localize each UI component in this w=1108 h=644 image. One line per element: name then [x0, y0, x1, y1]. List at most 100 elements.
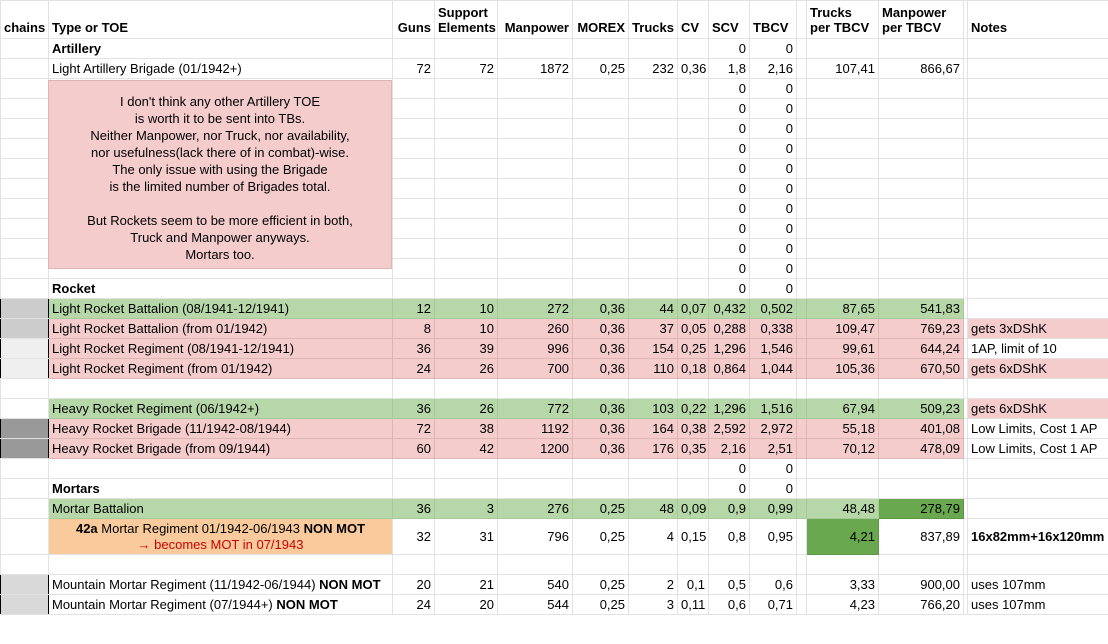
- cv-cell[interactable]: 0,38: [677, 418, 709, 439]
- scv-cell[interactable]: 0,288: [708, 318, 750, 339]
- manpower-per-tbcv-cell[interactable]: 478,09: [878, 438, 964, 459]
- header-manpower-per-tbcv[interactable]: Manpower per TBCV: [878, 0, 964, 39]
- morex-cell[interactable]: 0,36: [572, 358, 629, 379]
- chain-cell[interactable]: [0, 358, 49, 379]
- spacer-cell[interactable]: [796, 458, 807, 479]
- support-elements-cell[interactable]: 21: [434, 574, 498, 595]
- support-elements-cell[interactable]: [434, 158, 498, 179]
- trucks-cell[interactable]: [628, 38, 678, 59]
- notes-cell[interactable]: uses 107mm: [967, 594, 1108, 615]
- spacer-cell[interactable]: [796, 98, 807, 119]
- manpower-cell[interactable]: 700: [497, 358, 573, 379]
- scv-cell[interactable]: 0,8: [708, 518, 750, 555]
- manpower-per-tbcv-cell[interactable]: 769,23: [878, 318, 964, 339]
- header-manpower[interactable]: Manpower: [497, 0, 573, 39]
- manpower-cell[interactable]: 1200: [497, 438, 573, 459]
- guns-cell[interactable]: 72: [392, 418, 435, 439]
- support-elements-cell[interactable]: [434, 38, 498, 59]
- type-cell[interactable]: Light Rocket Regiment (from 01/1942): [48, 358, 393, 379]
- cv-cell[interactable]: [677, 118, 709, 139]
- chain-cell[interactable]: [0, 438, 49, 459]
- guns-cell[interactable]: [392, 158, 435, 179]
- tbcv-cell[interactable]: 0,6: [749, 574, 797, 595]
- guns-cell[interactable]: [392, 554, 435, 575]
- type-cell[interactable]: 42a Mortar Regiment 01/1942-06/1943 NON …: [48, 518, 393, 555]
- chain-cell[interactable]: [0, 158, 49, 179]
- manpower-cell[interactable]: 272: [497, 298, 573, 319]
- tbcv-cell[interactable]: [749, 378, 797, 399]
- guns-cell[interactable]: 20: [392, 574, 435, 595]
- trucks-per-tbcv-cell[interactable]: 4,23: [806, 594, 879, 615]
- notes-cell[interactable]: [967, 38, 1108, 59]
- morex-cell[interactable]: 0,36: [572, 318, 629, 339]
- chain-cell[interactable]: [0, 298, 49, 319]
- notes-cell[interactable]: [967, 298, 1108, 319]
- morex-cell[interactable]: [572, 378, 629, 399]
- support-elements-cell[interactable]: [434, 378, 498, 399]
- scv-cell[interactable]: 0: [708, 218, 750, 239]
- type-cell[interactable]: Heavy Rocket Regiment (06/1942+): [48, 398, 393, 419]
- trucks-cell[interactable]: [628, 138, 678, 159]
- morex-cell[interactable]: [572, 458, 629, 479]
- scv-cell[interactable]: 0: [708, 158, 750, 179]
- trucks-per-tbcv-cell[interactable]: 87,65: [806, 298, 879, 319]
- manpower-cell[interactable]: 772: [497, 398, 573, 419]
- support-elements-cell[interactable]: 3: [434, 498, 498, 519]
- guns-cell[interactable]: [392, 478, 435, 499]
- trucks-per-tbcv-cell[interactable]: [806, 158, 879, 179]
- morex-cell[interactable]: 0,36: [572, 398, 629, 419]
- spacer-cell[interactable]: [796, 58, 807, 79]
- manpower-cell[interactable]: [497, 258, 573, 279]
- spacer-cell[interactable]: [796, 378, 807, 399]
- trucks-cell[interactable]: 232: [628, 58, 678, 79]
- scv-cell[interactable]: 0: [708, 178, 750, 199]
- scv-cell[interactable]: 0: [708, 38, 750, 59]
- header-support-elements[interactable]: Support Elements: [434, 0, 498, 39]
- guns-cell[interactable]: [392, 238, 435, 259]
- manpower-cell[interactable]: 996: [497, 338, 573, 359]
- cv-cell[interactable]: 0,18: [677, 358, 709, 379]
- manpower-per-tbcv-cell[interactable]: 401,08: [878, 418, 964, 439]
- guns-cell[interactable]: 60: [392, 438, 435, 459]
- scv-cell[interactable]: 0: [708, 198, 750, 219]
- type-cell[interactable]: Artillery: [48, 38, 393, 59]
- manpower-per-tbcv-cell[interactable]: 837,89: [878, 518, 964, 555]
- cv-cell[interactable]: [677, 98, 709, 119]
- manpower-cell[interactable]: [497, 78, 573, 99]
- scv-cell[interactable]: 1,296: [708, 398, 750, 419]
- morex-cell[interactable]: [572, 258, 629, 279]
- trucks-per-tbcv-cell[interactable]: [806, 478, 879, 499]
- spacer-cell[interactable]: [796, 518, 807, 555]
- cv-cell[interactable]: 0,22: [677, 398, 709, 419]
- scv-cell[interactable]: 0: [708, 458, 750, 479]
- trucks-cell[interactable]: 103: [628, 398, 678, 419]
- trucks-cell[interactable]: [628, 218, 678, 239]
- notes-cell[interactable]: Low Limits, Cost 1 AP: [967, 418, 1108, 439]
- notes-cell[interactable]: [967, 458, 1108, 479]
- tbcv-cell[interactable]: [749, 554, 797, 575]
- tbcv-cell[interactable]: 0,338: [749, 318, 797, 339]
- support-elements-cell[interactable]: [434, 278, 498, 299]
- manpower-per-tbcv-cell[interactable]: 509,23: [878, 398, 964, 419]
- manpower-per-tbcv-cell[interactable]: 541,83: [878, 298, 964, 319]
- spacer-cell[interactable]: [796, 358, 807, 379]
- guns-cell[interactable]: [392, 258, 435, 279]
- manpower-per-tbcv-cell[interactable]: [878, 138, 964, 159]
- manpower-per-tbcv-cell[interactable]: 900,00: [878, 574, 964, 595]
- cv-cell[interactable]: [677, 278, 709, 299]
- notes-cell[interactable]: [967, 158, 1108, 179]
- scv-cell[interactable]: 2,592: [708, 418, 750, 439]
- trucks-cell[interactable]: 3: [628, 594, 678, 615]
- manpower-cell[interactable]: [497, 38, 573, 59]
- spacer-cell[interactable]: [796, 298, 807, 319]
- notes-cell[interactable]: [967, 78, 1108, 99]
- notes-cell[interactable]: 1AP, limit of 10: [967, 338, 1108, 359]
- chain-cell[interactable]: [0, 398, 49, 419]
- support-elements-cell[interactable]: 26: [434, 358, 498, 379]
- morex-cell[interactable]: 0,36: [572, 298, 629, 319]
- notes-cell[interactable]: Low Limits, Cost 1 AP: [967, 438, 1108, 459]
- trucks-cell[interactable]: [628, 98, 678, 119]
- notes-cell[interactable]: [967, 178, 1108, 199]
- trucks-cell[interactable]: [628, 178, 678, 199]
- type-cell[interactable]: Light Artillery Brigade (01/1942+): [48, 58, 393, 79]
